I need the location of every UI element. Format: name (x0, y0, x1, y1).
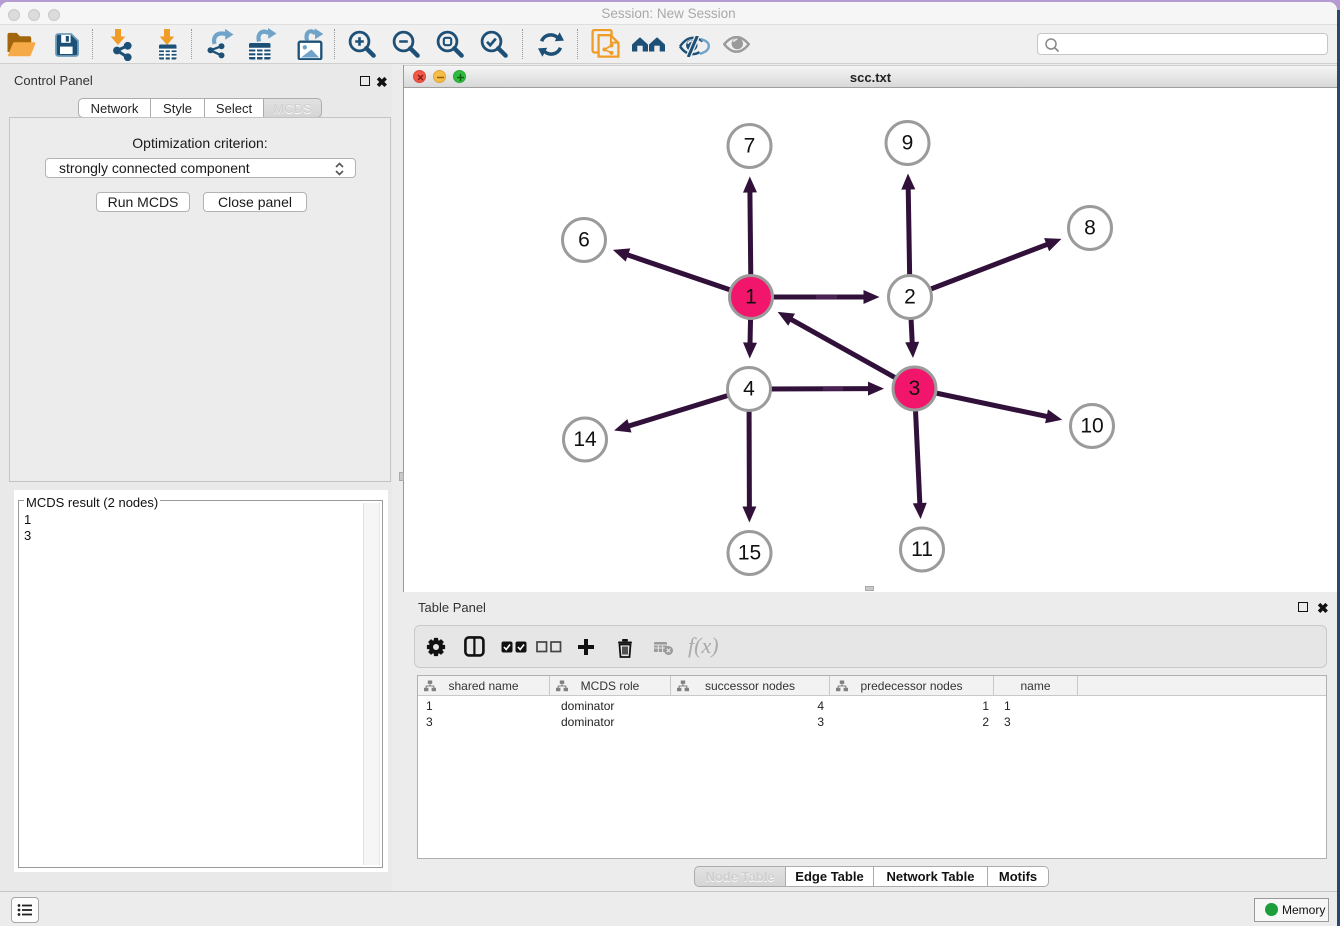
svg-text:15: 15 (738, 542, 761, 565)
svg-text:10: 10 (1080, 415, 1103, 438)
svg-text:8: 8 (1084, 217, 1096, 240)
svg-text:11: 11 (911, 538, 933, 561)
svg-text:14: 14 (573, 428, 597, 451)
svg-text:1: 1 (745, 286, 757, 309)
svg-text:4: 4 (743, 378, 755, 401)
svg-text:7: 7 (744, 135, 756, 158)
svg-text:6: 6 (578, 229, 590, 252)
svg-text:3: 3 (909, 377, 921, 400)
svg-text:2: 2 (904, 286, 916, 309)
svg-text:9: 9 (902, 132, 914, 155)
